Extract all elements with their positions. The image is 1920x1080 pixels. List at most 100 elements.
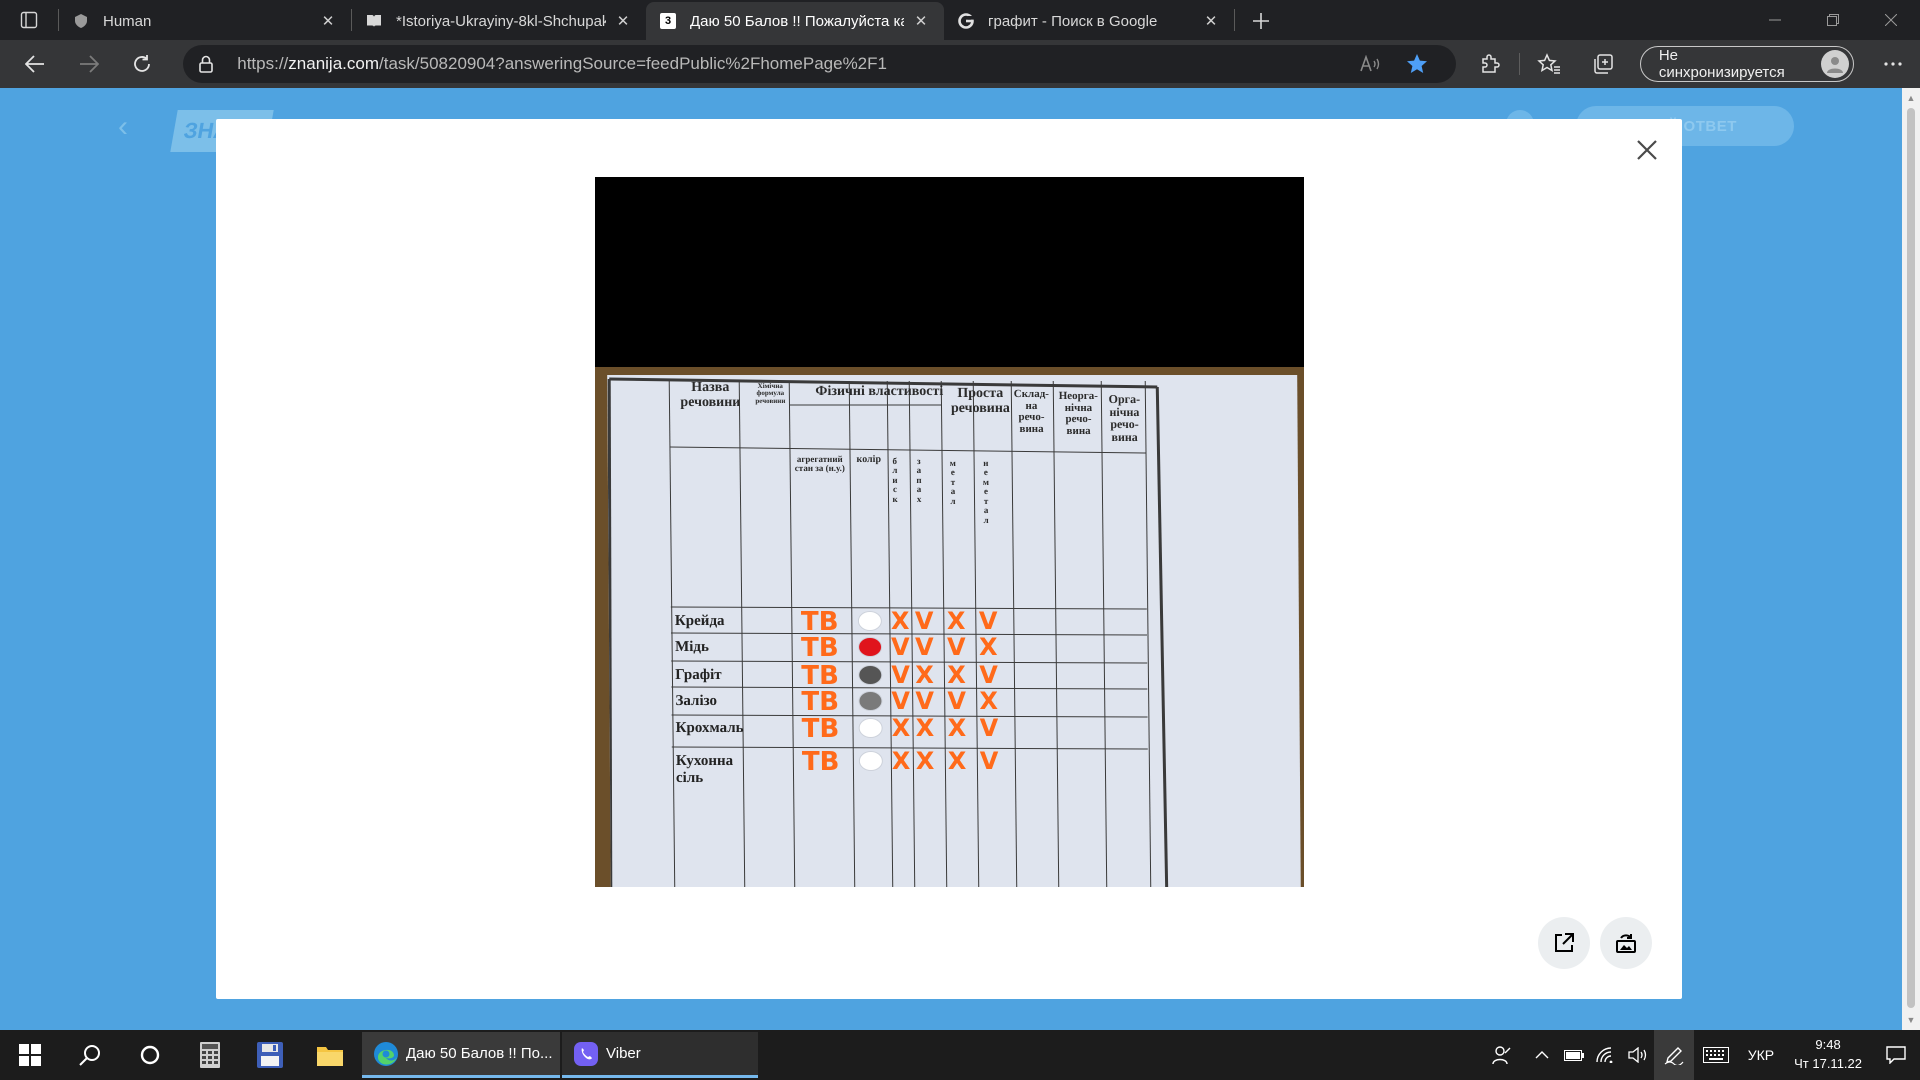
minimize-button[interactable] (1746, 0, 1804, 40)
cortana-circle-icon (140, 1045, 160, 1065)
settings-more-button[interactable] (1866, 42, 1920, 86)
lock-icon[interactable] (199, 55, 219, 73)
tab-title: Даю 50 Балов !! Пожалуйста ка (690, 12, 904, 30)
header-state: агрегатний стан за (н.у.) (794, 454, 845, 474)
header-physical: Фізичні властивості (815, 384, 944, 399)
new-tab-button[interactable] (1241, 2, 1281, 40)
tab-istoriya[interactable]: *Istoriya-Ukrayiny-8kl-Shchupak ✕ (352, 2, 646, 40)
battery-button[interactable] (1558, 1030, 1590, 1080)
state-mark: ТВ (801, 747, 840, 777)
url-text[interactable]: https://znanija.com/task/50820904?answer… (237, 54, 1347, 74)
battery-icon (1563, 1049, 1584, 1061)
favorites-button[interactable] (1522, 42, 1576, 86)
header-luster: б л и с к (892, 456, 898, 504)
pen-icon (1664, 1047, 1684, 1065)
close-icon (1637, 140, 1657, 160)
more-horizontal-icon (1884, 62, 1902, 66)
collections-button[interactable] (1576, 42, 1630, 86)
profile-sync-button[interactable]: Не синхронизируется (1639, 46, 1855, 82)
file-explorer-app[interactable] (300, 1030, 360, 1080)
favorite-star-button[interactable] (1394, 53, 1440, 75)
nonmetal-mark: V (979, 714, 999, 742)
taskbar-app-viber[interactable]: Viber (562, 1032, 758, 1078)
pen-workspace-button[interactable] (1653, 1030, 1694, 1080)
row-label: Крейда (674, 613, 725, 629)
tab-title: Human (103, 12, 152, 30)
back-button[interactable] (8, 42, 62, 86)
image-viewer-modal: Назва речовини Хімічна формула речовини … (216, 119, 1682, 999)
read-aloud-button[interactable] (1348, 55, 1394, 73)
action-center-button[interactable] (1872, 1030, 1920, 1080)
luster-mark: V (891, 661, 910, 689)
window-controls (1746, 0, 1920, 40)
close-icon[interactable]: ✕ (1202, 12, 1220, 30)
taskbar-app-label: Даю 50 Балов !! По... (406, 1045, 553, 1062)
smell-mark: X (915, 661, 934, 689)
cortana-button[interactable] (120, 1030, 180, 1080)
url-scheme: https:// (237, 54, 289, 73)
search-button[interactable] (60, 1030, 120, 1080)
header-nonmetal: н е м е т а л (982, 458, 990, 525)
start-button[interactable] (0, 1030, 60, 1080)
nonmetal-mark: V (979, 747, 999, 775)
reload-button[interactable] (116, 42, 170, 86)
tab-actions-icon (20, 11, 38, 29)
volume-button[interactable] (1622, 1030, 1654, 1080)
rotate-image-button[interactable] (1600, 917, 1652, 969)
google-icon (958, 13, 974, 29)
system-clock[interactable]: 9:48 Чт 17.11.22 (1784, 1036, 1872, 1074)
tab-google[interactable]: графит - Поиск в Google ✕ (944, 2, 1234, 40)
modal-close-button[interactable] (1630, 133, 1664, 167)
grid-line (668, 380, 676, 887)
taskbar-app-edge[interactable]: Даю 50 Балов !! По... (362, 1032, 560, 1078)
folder-icon (317, 1047, 343, 1066)
tab-human[interactable]: Human ✕ (59, 2, 351, 40)
clock-date: Чт 17.11.22 (1794, 1056, 1862, 1071)
show-hidden-icons-button[interactable] (1526, 1030, 1558, 1080)
shield-icon (73, 13, 89, 29)
save-app[interactable] (240, 1030, 300, 1080)
person-icon (1827, 57, 1844, 73)
grid-line (1100, 380, 1108, 887)
edge-icon (372, 1040, 400, 1068)
header-smell: з а п а х (916, 456, 922, 504)
nonmetal-mark: X (979, 687, 999, 715)
tab-actions-button[interactable] (0, 0, 58, 40)
people-button[interactable] (1486, 1030, 1518, 1080)
restore-button[interactable] (1804, 0, 1862, 40)
network-button[interactable] (1590, 1030, 1622, 1080)
close-icon[interactable]: ✕ (319, 12, 337, 30)
taskbar-app-label: Viber (606, 1045, 641, 1062)
forward-button[interactable] (62, 42, 116, 86)
touch-keyboard-button[interactable] (1694, 1030, 1738, 1080)
scroll-up-arrow[interactable]: ▲ (1902, 90, 1920, 106)
read-aloud-icon (1359, 55, 1379, 72)
scrollbar-thumb[interactable] (1907, 108, 1915, 1008)
close-icon[interactable]: ✕ (614, 12, 632, 30)
open-in-new-window-button[interactable] (1538, 917, 1590, 969)
metal-mark: V (947, 687, 967, 715)
url-path: /task/50820904?answeringSource=feedPubli… (379, 54, 887, 73)
tab-znanija-active[interactable]: 3 Даю 50 Балов !! Пожалуйста ка ✕ (646, 2, 944, 40)
input-language[interactable]: УКР (1738, 1047, 1784, 1063)
smell-mark: V (915, 687, 935, 715)
state-mark: ТВ (800, 633, 839, 663)
close-window-button[interactable] (1862, 0, 1920, 40)
grid-line (738, 380, 746, 887)
clock-time: 9:48 (1815, 1037, 1841, 1053)
keyboard-icon (1702, 1047, 1729, 1063)
page-scrollbar[interactable]: ▲ ▼ (1902, 88, 1920, 1030)
nonmetal-mark: V (978, 607, 998, 635)
extensions-button[interactable] (1464, 42, 1518, 86)
calculator-app[interactable] (180, 1030, 240, 1080)
luster-mark: X (891, 747, 911, 775)
scroll-down-arrow[interactable]: ▼ (1902, 1012, 1920, 1028)
tab-title: графит - Поиск в Google (988, 12, 1158, 30)
image-actions (1538, 917, 1652, 969)
luster-mark: V (890, 633, 910, 661)
back-chevron-icon[interactable]: ‹ (118, 110, 128, 144)
close-icon[interactable]: ✕ (912, 12, 930, 30)
row-label: Графіт (675, 667, 722, 683)
header-color: колір (856, 454, 882, 465)
address-field[interactable]: https://znanija.com/task/50820904?answer… (183, 45, 1456, 83)
